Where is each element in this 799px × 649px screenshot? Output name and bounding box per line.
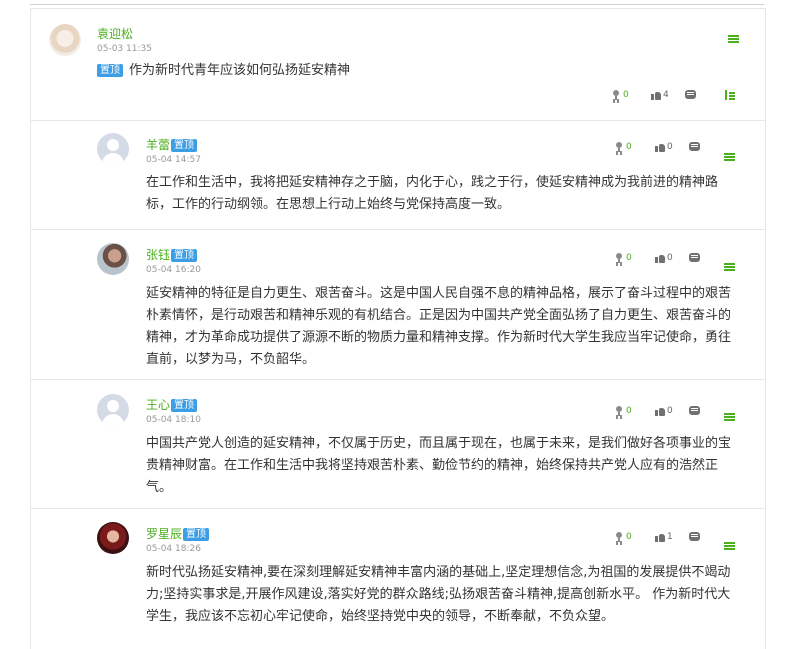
author-name[interactable]: 羊蕾 置顶: [146, 138, 198, 152]
award-count: 0: [626, 532, 632, 542]
award-count: 0: [623, 90, 629, 100]
pinned-badge: 置顶: [171, 399, 198, 412]
comment-icon: [689, 253, 700, 262]
avatar[interactable]: [49, 24, 81, 56]
comment-button[interactable]: [685, 90, 696, 99]
award-count: 0: [626, 253, 632, 263]
like-count: 4: [663, 90, 669, 100]
award-icon: [614, 253, 624, 263]
author-name-text[interactable]: 羊蕾: [146, 138, 170, 152]
menu-icon[interactable]: [724, 542, 735, 551]
reply-item: 罗星辰 置顶 05-04 18:26 新时代弘扬延安精神,要在深刻理解延安精神丰富…: [31, 509, 765, 649]
author-name-text[interactable]: 王心: [146, 398, 170, 412]
avatar[interactable]: [97, 133, 129, 165]
author-name[interactable]: 袁迎松: [97, 27, 133, 41]
post-actions: 0 4: [611, 90, 751, 104]
avatar[interactable]: [97, 243, 129, 275]
comment-button[interactable]: [689, 253, 700, 262]
like-button[interactable]: 0: [655, 142, 673, 152]
like-count: 0: [667, 142, 673, 152]
reply-content: 在工作和生活中，我将把延安精神存之于脑，内化于心，践之于行，使延安精神成为我前进…: [146, 175, 719, 212]
main-post: 袁迎松 05-03 11:35 置顶 作为新时代青年应该如何弘扬延安精神 0 4: [31, 9, 765, 120]
menu-icon[interactable]: [724, 263, 735, 272]
author-name[interactable]: 张钰 置顶: [146, 248, 198, 262]
reply-actions: 0 1: [614, 532, 734, 546]
pinned-badge: 置顶: [183, 528, 210, 541]
top-border: [30, 4, 764, 5]
award-count: 0: [626, 406, 632, 416]
comment-icon: [689, 142, 700, 151]
like-button[interactable]: 0: [655, 253, 673, 263]
pinned-badge: 置顶: [97, 64, 123, 77]
reply-actions: 0 0: [614, 142, 734, 156]
like-count: 0: [667, 406, 673, 416]
comment-button[interactable]: [689, 532, 700, 541]
author-name[interactable]: 罗星辰 置顶: [146, 527, 210, 541]
like-button[interactable]: 0: [655, 406, 673, 416]
author-name[interactable]: 王心 置顶: [146, 398, 198, 412]
avatar[interactable]: [97, 522, 129, 554]
award-button[interactable]: 0: [614, 142, 632, 152]
reply-content: 新时代弘扬延安精神,要在深刻理解延安精神丰富内涵的基础上,坚定理想信念,为祖国的…: [146, 565, 731, 624]
menu-icon[interactable]: [724, 153, 735, 162]
sort-button[interactable]: [724, 90, 735, 100]
reply-content: 延安精神的特征是自力更生、艰苦奋斗。这是中国人民自强不息的精神品格，展示了奋斗过…: [146, 286, 732, 367]
award-icon: [614, 142, 624, 152]
thumb-up-icon: [655, 406, 665, 416]
menu-icon[interactable]: [728, 35, 739, 44]
sort-icon: [724, 90, 735, 100]
like-count: 0: [667, 253, 673, 263]
award-icon: [614, 406, 624, 416]
discussion-panel: 袁迎松 05-03 11:35 置顶 作为新时代青年应该如何弘扬延安精神 0 4 …: [30, 8, 766, 649]
reply-date: 05-04 18:10: [146, 415, 201, 425]
award-button[interactable]: 0: [614, 532, 632, 542]
reply-item: 羊蕾 置顶 05-04 14:57 在工作和生活中，我将把延安精神存之于脑，内化于…: [31, 121, 765, 229]
post-date: 05-03 11:35: [97, 44, 152, 54]
thumb-up-icon: [655, 532, 665, 542]
reply-item: 王心 置顶 05-04 18:10 中国共产党人创造的延安精神，不仅属于历史，而且…: [31, 380, 765, 508]
reply-item: 张钰 置顶 05-04 16:20 延安精神的特征是自力更生、艰苦奋斗。这是中国人…: [31, 230, 765, 379]
award-count: 0: [626, 142, 632, 152]
comment-button[interactable]: [689, 142, 700, 151]
post-title-text: 作为新时代青年应该如何弘扬延安精神: [129, 63, 351, 78]
reply-date: 05-04 16:20: [146, 265, 201, 275]
like-button[interactable]: 1: [655, 532, 673, 542]
award-button[interactable]: 0: [614, 406, 632, 416]
pinned-badge: 置顶: [171, 139, 198, 152]
author-name-text[interactable]: 罗星辰: [146, 527, 182, 541]
comment-icon: [689, 532, 700, 541]
award-button[interactable]: 0: [614, 253, 632, 263]
menu-icon[interactable]: [724, 413, 735, 422]
award-icon: [611, 90, 621, 100]
reply-content: 中国共产党人创造的延安精神，不仅属于历史，而且属于现在，也属于未来，是我们做好各…: [146, 436, 732, 495]
thumb-up-icon: [655, 142, 665, 152]
thumb-up-icon: [651, 90, 661, 100]
comment-icon: [685, 90, 696, 99]
thumb-up-icon: [655, 253, 665, 263]
reply-date: 05-04 14:57: [146, 155, 201, 165]
avatar[interactable]: [97, 394, 129, 426]
author-name-text[interactable]: 张钰: [146, 248, 170, 262]
comment-icon: [689, 406, 700, 415]
reply-actions: 0 0: [614, 406, 734, 420]
award-icon: [614, 532, 624, 542]
award-button[interactable]: 0: [611, 90, 629, 100]
reply-actions: 0 0: [614, 253, 734, 267]
comment-button[interactable]: [689, 406, 700, 415]
post-title: 置顶 作为新时代青年应该如何弘扬延安精神: [97, 62, 350, 80]
reply-date: 05-04 18:26: [146, 544, 201, 554]
like-button[interactable]: 4: [651, 90, 669, 100]
like-count: 1: [667, 532, 673, 542]
pinned-badge: 置顶: [171, 249, 198, 262]
